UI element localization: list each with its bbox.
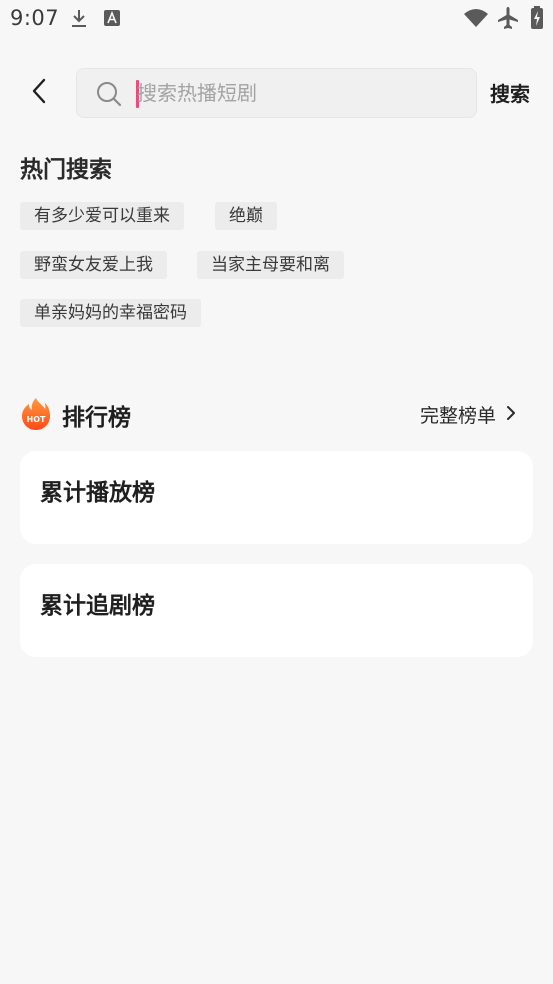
ranking-card-title: 累计播放榜 <box>40 480 155 506</box>
chevron-left-icon <box>30 77 48 109</box>
airplane-icon <box>497 6 519 34</box>
search-input[interactable] <box>137 69 467 117</box>
full-ranking-label: 完整榜单 <box>420 405 497 427</box>
ranking-card-followers[interactable]: 累计追剧榜 <box>20 564 533 657</box>
ranking-title: 排行榜 <box>62 405 131 431</box>
chevron-right-icon <box>506 404 516 426</box>
hot-search-tag[interactable]: 当家主母要和离 <box>197 251 344 279</box>
status-bar: 9:07 <box>0 0 553 40</box>
svg-text:HOT: HOT <box>27 415 46 424</box>
hot-search-title: 热门搜索 <box>20 157 112 183</box>
hot-flame-icon: HOT <box>21 397 51 435</box>
search-icon <box>96 81 122 111</box>
hot-search-tag[interactable]: 单亲妈妈的幸福密码 <box>20 299 201 327</box>
full-ranking-link[interactable]: 完整榜单 <box>420 401 516 428</box>
battery-charging-icon <box>530 6 544 34</box>
hot-search-tag[interactable]: 有多少爱可以重来 <box>20 202 184 230</box>
status-time: 9:07 <box>10 6 60 30</box>
search-button[interactable]: 搜索 <box>490 78 530 107</box>
ranking-card-title: 累计追剧榜 <box>40 593 155 619</box>
hot-search-tag[interactable]: 野蛮女友爱上我 <box>20 251 167 279</box>
hot-search-tag[interactable]: 绝巅 <box>215 202 277 230</box>
text-a-icon <box>104 10 120 30</box>
wifi-icon <box>463 8 489 32</box>
ranking-card-play-count[interactable]: 累计播放榜 <box>20 451 533 544</box>
back-button[interactable] <box>22 76 56 110</box>
search-box[interactable] <box>76 68 477 118</box>
download-icon <box>70 9 88 33</box>
